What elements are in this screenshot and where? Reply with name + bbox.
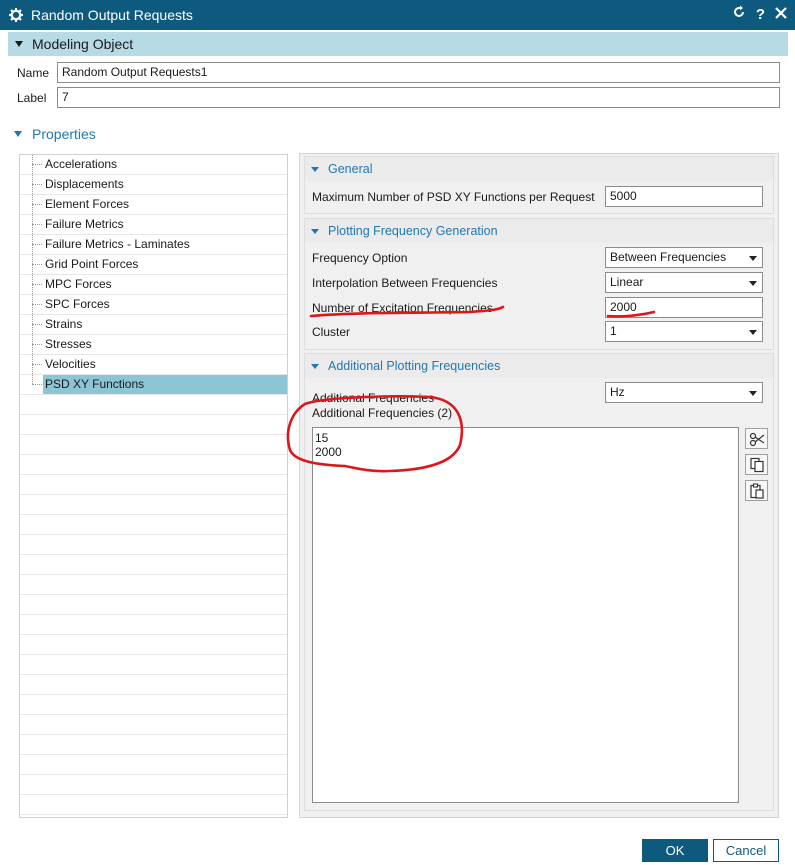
cluster-value: 1 bbox=[610, 324, 617, 338]
interpolation-select[interactable]: Linear bbox=[605, 272, 763, 293]
tree-item[interactable]: MPC Forces bbox=[20, 275, 287, 295]
plotting-generation-group: Plotting Frequency Generation Frequency … bbox=[304, 218, 774, 350]
tree-item[interactable]: Element Forces bbox=[20, 195, 287, 215]
tree-item-label: Displacements bbox=[45, 177, 124, 191]
tree-item-label: Grid Point Forces bbox=[45, 257, 139, 271]
copy-button[interactable] bbox=[745, 454, 768, 475]
tree-item[interactable]: Displacements bbox=[20, 175, 287, 195]
num-excitation-input[interactable]: 2000 bbox=[605, 297, 763, 318]
unit-value: Hz bbox=[610, 385, 625, 399]
cancel-button[interactable]: Cancel bbox=[713, 839, 779, 862]
frequency-list-label: Additional Frequencies (2) bbox=[312, 406, 453, 420]
modeling-object-header[interactable]: Modeling Object bbox=[8, 32, 788, 56]
tree-item-label: MPC Forces bbox=[45, 277, 112, 291]
collapse-arrow-icon[interactable] bbox=[311, 363, 319, 369]
collapse-arrow-icon[interactable] bbox=[14, 131, 22, 137]
interpolation-value: Linear bbox=[610, 275, 644, 289]
tree-item-selected[interactable]: PSD XY Functions bbox=[20, 375, 287, 395]
additional-plotting-header[interactable]: Additional Plotting Frequencies bbox=[305, 354, 773, 378]
tree-item[interactable]: Velocities bbox=[20, 355, 287, 375]
tree-item[interactable]: SPC Forces bbox=[20, 295, 287, 315]
frequency-option-value: Between Frequencies bbox=[610, 250, 727, 264]
frequency-option-select[interactable]: Between Frequencies bbox=[605, 247, 763, 268]
tree-item[interactable]: Grid Point Forces bbox=[20, 255, 287, 275]
collapse-arrow-icon[interactable] bbox=[311, 166, 319, 172]
properties-title: Properties bbox=[32, 126, 96, 142]
name-label: Name bbox=[17, 65, 50, 80]
tree-item-label: Stresses bbox=[45, 337, 92, 351]
reset-icon[interactable] bbox=[732, 5, 746, 23]
general-group: General Maximum Number of PSD XY Functio… bbox=[304, 156, 774, 214]
label-label: Label bbox=[17, 90, 47, 105]
frequency-option-row: Frequency Option Between Frequencies bbox=[312, 247, 768, 268]
paste-button[interactable] bbox=[745, 480, 768, 501]
gear-icon bbox=[9, 8, 23, 22]
output-request-tree: Accelerations Displacements Element Forc… bbox=[19, 154, 288, 818]
properties-header[interactable]: Properties bbox=[14, 124, 96, 144]
unit-select[interactable]: Hz bbox=[605, 382, 763, 403]
max-psd-row: Maximum Number of PSD XY Functions per R… bbox=[312, 186, 768, 207]
additional-frequencies-row: Additional Frequencies Hz bbox=[312, 382, 768, 405]
cluster-row: Cluster 1 bbox=[312, 321, 768, 342]
tree-item-label: Failure Metrics bbox=[45, 217, 124, 231]
tree-item-label: Element Forces bbox=[45, 197, 130, 211]
list-item[interactable]: 2000 bbox=[315, 445, 736, 459]
interpolation-row: Interpolation Between Frequencies Linear bbox=[312, 272, 768, 293]
name-input[interactable]: Random Output Requests1 bbox=[57, 62, 780, 83]
num-excitation-row: Number of Excitation Frequencies 2000 bbox=[312, 297, 768, 318]
paste-icon bbox=[749, 482, 764, 499]
tree-item-label: SPC Forces bbox=[45, 297, 110, 311]
frequency-list[interactable]: 15 2000 bbox=[312, 427, 739, 803]
general-header[interactable]: General bbox=[305, 157, 773, 181]
close-icon[interactable] bbox=[775, 6, 787, 23]
scissors-icon bbox=[749, 432, 764, 446]
max-psd-input[interactable]: 5000 bbox=[605, 186, 763, 207]
plotting-generation-title: Plotting Frequency Generation bbox=[328, 224, 498, 238]
tree-item[interactable]: Stresses bbox=[20, 335, 287, 355]
name-row: Name Random Output Requests1 bbox=[17, 62, 780, 83]
list-item[interactable]: 15 bbox=[315, 431, 736, 445]
tree-item-label: PSD XY Functions bbox=[43, 375, 287, 394]
collapse-arrow-icon[interactable] bbox=[15, 41, 23, 47]
ok-button[interactable]: OK bbox=[642, 839, 708, 862]
general-title: General bbox=[328, 162, 373, 176]
collapse-arrow-icon[interactable] bbox=[311, 228, 319, 234]
title-bar: Random Output Requests ? bbox=[0, 0, 795, 30]
tree-item[interactable]: Failure Metrics bbox=[20, 215, 287, 235]
window-title: Random Output Requests bbox=[31, 7, 193, 23]
chevron-down-icon[interactable] bbox=[749, 330, 757, 335]
copy-icon bbox=[749, 457, 764, 472]
tree-item-label: Strains bbox=[45, 317, 83, 331]
label-input[interactable]: 7 bbox=[57, 87, 780, 108]
tree-item[interactable]: Strains bbox=[20, 315, 287, 335]
properties-panel: General Maximum Number of PSD XY Functio… bbox=[299, 153, 779, 818]
tree-item-label: Velocities bbox=[45, 357, 96, 371]
chevron-down-icon[interactable] bbox=[749, 391, 757, 396]
tree-item[interactable]: Accelerations bbox=[20, 155, 287, 175]
modeling-object-title: Modeling Object bbox=[32, 36, 134, 52]
cut-button[interactable] bbox=[745, 428, 768, 449]
additional-plotting-group: Additional Plotting Frequencies Addition… bbox=[304, 353, 774, 811]
help-icon[interactable]: ? bbox=[756, 6, 765, 23]
cluster-select[interactable]: 1 bbox=[605, 321, 763, 342]
additional-plotting-title: Additional Plotting Frequencies bbox=[328, 359, 501, 373]
tree-item-label: Accelerations bbox=[45, 157, 118, 171]
tree-item-label: Failure Metrics - Laminates bbox=[45, 237, 190, 251]
label-row: Label 7 bbox=[17, 87, 780, 108]
chevron-down-icon[interactable] bbox=[749, 281, 757, 286]
tree-item[interactable]: Failure Metrics - Laminates bbox=[20, 235, 287, 255]
plotting-generation-header[interactable]: Plotting Frequency Generation bbox=[305, 219, 773, 243]
chevron-down-icon[interactable] bbox=[749, 256, 757, 261]
